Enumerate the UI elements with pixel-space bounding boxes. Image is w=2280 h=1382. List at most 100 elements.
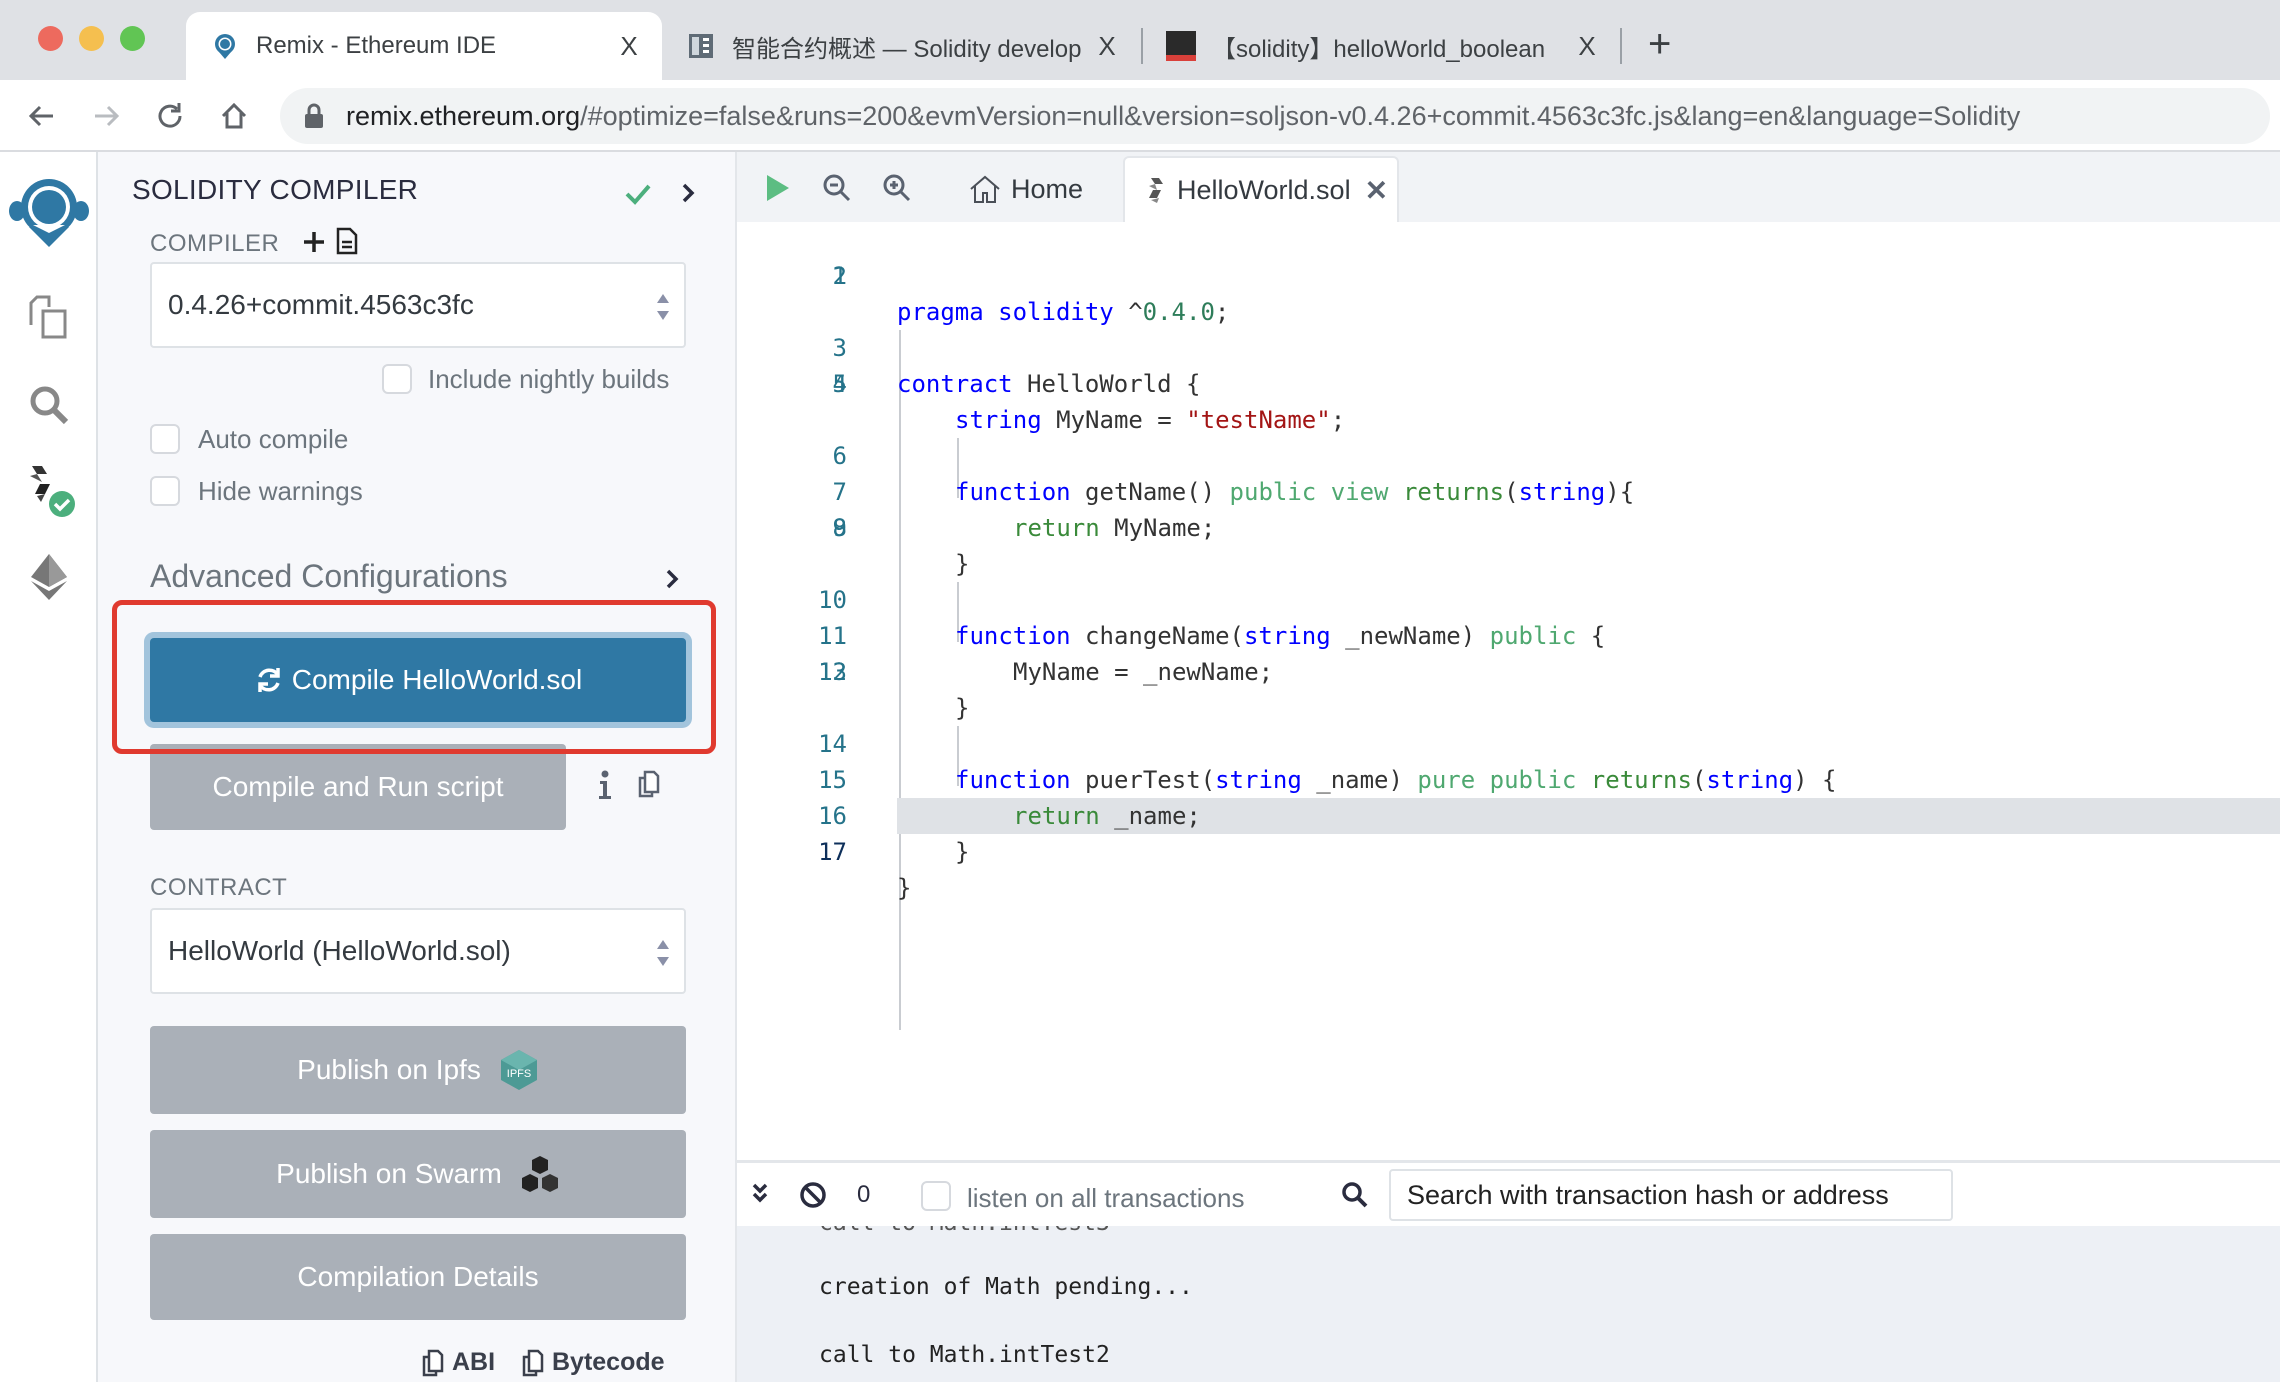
- advanced-configurations-label: Advanced Configurations: [150, 558, 508, 594]
- editor-tab-bar: Home HelloWorld.sol ✕: [737, 152, 2280, 222]
- compiler-version-value: 0.4.26+commit.4563c3fc: [168, 289, 474, 320]
- search-icon: [1342, 1182, 1368, 1208]
- forward-button[interactable]: [84, 94, 128, 138]
- csdn-icon: [1166, 31, 1196, 61]
- code-line: 5: [832, 370, 847, 398]
- code-line: 3 contract HelloWorld {: [832, 334, 1201, 398]
- compile-and-run-button[interactable]: Compile and Run script: [150, 744, 566, 830]
- editor-tab-label: Home: [1011, 173, 1084, 204]
- add-compiler-icon[interactable]: [302, 230, 326, 254]
- advanced-configurations-toggle[interactable]: Advanced Configurations: [150, 556, 690, 602]
- maximize-window-button[interactable]: [120, 26, 145, 51]
- hide-warnings-checkbox[interactable]: [150, 476, 180, 506]
- reload-button[interactable]: [148, 94, 192, 138]
- code-line: 16 }: [818, 802, 970, 866]
- home-icon: [221, 102, 247, 129]
- browser-tab-strip: Remix - Ethereum IDE X 智能合约概述 — Solidity…: [0, 0, 2280, 80]
- listen-all-transactions-label: listen on all transactions: [967, 1183, 1245, 1213]
- solidity-compiler-plugin-button[interactable]: [20, 462, 78, 520]
- copy-icon[interactable]: [638, 770, 660, 798]
- copy-abi-button[interactable]: ABI: [422, 1348, 495, 1377]
- play-icon: [767, 175, 789, 201]
- publish-swarm-label: Publish on Swarm: [276, 1158, 502, 1189]
- new-tab-button[interactable]: +: [1648, 22, 1671, 67]
- back-button[interactable]: [20, 94, 64, 138]
- close-tab-icon[interactable]: X: [1092, 31, 1122, 62]
- home-button[interactable]: [212, 94, 256, 138]
- compilation-details-button[interactable]: Compilation Details: [150, 1234, 686, 1320]
- include-nightly-checkbox[interactable]: [382, 364, 412, 394]
- search-plugin-button[interactable]: [20, 376, 78, 434]
- collapse-terminal-icon[interactable]: [751, 1181, 769, 1207]
- code-line: 11 MyName = _newName;: [818, 622, 1274, 686]
- publish-ipfs-label: Publish on Ipfs: [297, 1054, 481, 1085]
- close-tab-icon[interactable]: ✕: [1365, 174, 1388, 207]
- log-line: call to Math.intTest2: [819, 1342, 1110, 1368]
- info-icon[interactable]: [598, 770, 612, 800]
- publish-swarm-button[interactable]: Publish on Swarm: [150, 1130, 686, 1218]
- file-explorer-button[interactable]: [20, 288, 78, 346]
- deploy-run-plugin-button[interactable]: [20, 548, 78, 606]
- minimize-window-button[interactable]: [79, 26, 104, 51]
- editor-tab-helloworld[interactable]: HelloWorld.sol ✕: [1123, 156, 1399, 222]
- abi-label: ABI: [452, 1348, 496, 1376]
- search-icon: [30, 386, 69, 425]
- editor-tab-label: HelloWorld.sol: [1177, 174, 1351, 205]
- copy-bytecode-button[interactable]: Bytecode: [522, 1348, 665, 1377]
- code-line: 2: [832, 262, 847, 290]
- log-line: call to Math.intTest3: [819, 1226, 1110, 1236]
- contract-select[interactable]: HelloWorld (HelloWorld.sol): [150, 908, 686, 994]
- tab-separator: [1141, 28, 1143, 64]
- tab-title: Remix - Ethereum IDE: [256, 32, 497, 59]
- browser-toolbar: remix.ethereum.org/#optimize=false&runs=…: [0, 80, 2280, 152]
- code-line: 8 }: [832, 514, 970, 578]
- include-nightly-label: Include nightly builds: [428, 364, 670, 394]
- browser-tab-csdn[interactable]: 【solidity】helloWorld_boolean X: [1146, 12, 1620, 80]
- zoom-out-button[interactable]: [819, 170, 855, 206]
- code-line: 13: [818, 658, 847, 686]
- address-bar[interactable]: remix.ethereum.org/#optimize=false&runs=…: [280, 88, 2270, 144]
- run-script-button[interactable]: [759, 170, 795, 206]
- tab-title: 【solidity】helloWorld_boolean: [1212, 35, 1546, 63]
- browser-tab-remix[interactable]: Remix - Ethereum IDE X: [186, 12, 662, 80]
- license-document-icon[interactable]: [336, 227, 358, 255]
- code-line: 12 }: [818, 658, 970, 722]
- zoom-in-button[interactable]: [879, 170, 915, 206]
- code-line: 1 pragma solidity ^0.4.0;: [832, 262, 1230, 326]
- home-icon: [970, 175, 1000, 203]
- code-line: 6 function getName() public view returns…: [832, 442, 1635, 506]
- close-tab-icon[interactable]: X: [1572, 31, 1602, 62]
- editor-tab-home[interactable]: Home: [951, 156, 1101, 222]
- home-plugin-button[interactable]: [6, 172, 92, 258]
- ipfs-icon: IPFS: [500, 1050, 537, 1090]
- book-icon: [689, 34, 713, 58]
- listen-all-transactions-checkbox[interactable]: [921, 1181, 951, 1211]
- zoom-in-icon: [883, 174, 911, 202]
- select-arrows-icon: [657, 294, 669, 320]
- auto-compile-checkbox[interactable]: [150, 424, 180, 454]
- close-tab-icon[interactable]: X: [614, 31, 644, 62]
- code-line: 7 return MyName;: [832, 478, 1216, 542]
- chevron-right-icon[interactable]: [680, 182, 696, 204]
- code-editor[interactable]: 1 pragma solidity ^0.4.0; 2 3 contract H…: [737, 222, 2280, 1160]
- url-host: remix.ethereum.org: [346, 100, 581, 131]
- publish-ipfs-button[interactable]: Publish on Ipfs IPFS: [150, 1026, 686, 1114]
- lock-icon: [305, 103, 323, 128]
- code-line: 15 return _name;: [818, 766, 1201, 830]
- tab-title: 智能合约概述 — Solidity develop: [732, 35, 1082, 63]
- bytecode-label: Bytecode: [552, 1348, 665, 1376]
- compile-and-run-label: Compile and Run script: [212, 771, 504, 802]
- panel-title: SOLIDITY COMPILER: [132, 174, 419, 205]
- compiler-version-select[interactable]: 0.4.26+commit.4563c3fc: [150, 262, 686, 348]
- code-line: 9: [832, 514, 847, 542]
- close-window-button[interactable]: [38, 26, 63, 51]
- transaction-search-input[interactable]: Search with transaction hash or address: [1389, 1169, 1953, 1221]
- arrow-right-icon: [95, 105, 120, 127]
- solidity-compiler-panel: SOLIDITY COMPILER COMPILER 0.4.26+commit…: [98, 152, 737, 1382]
- clear-console-icon[interactable]: [799, 1181, 827, 1209]
- remix-logo-icon: [215, 34, 235, 59]
- chevron-right-icon: [666, 569, 679, 589]
- code-line: 14 function puerTest(string _name) pure …: [818, 730, 1837, 794]
- terminal-toolbar: 0 listen on all transactions Search with…: [737, 1160, 2280, 1226]
- browser-tab-solidity-docs[interactable]: 智能合约概述 — Solidity develop X: [666, 12, 1140, 80]
